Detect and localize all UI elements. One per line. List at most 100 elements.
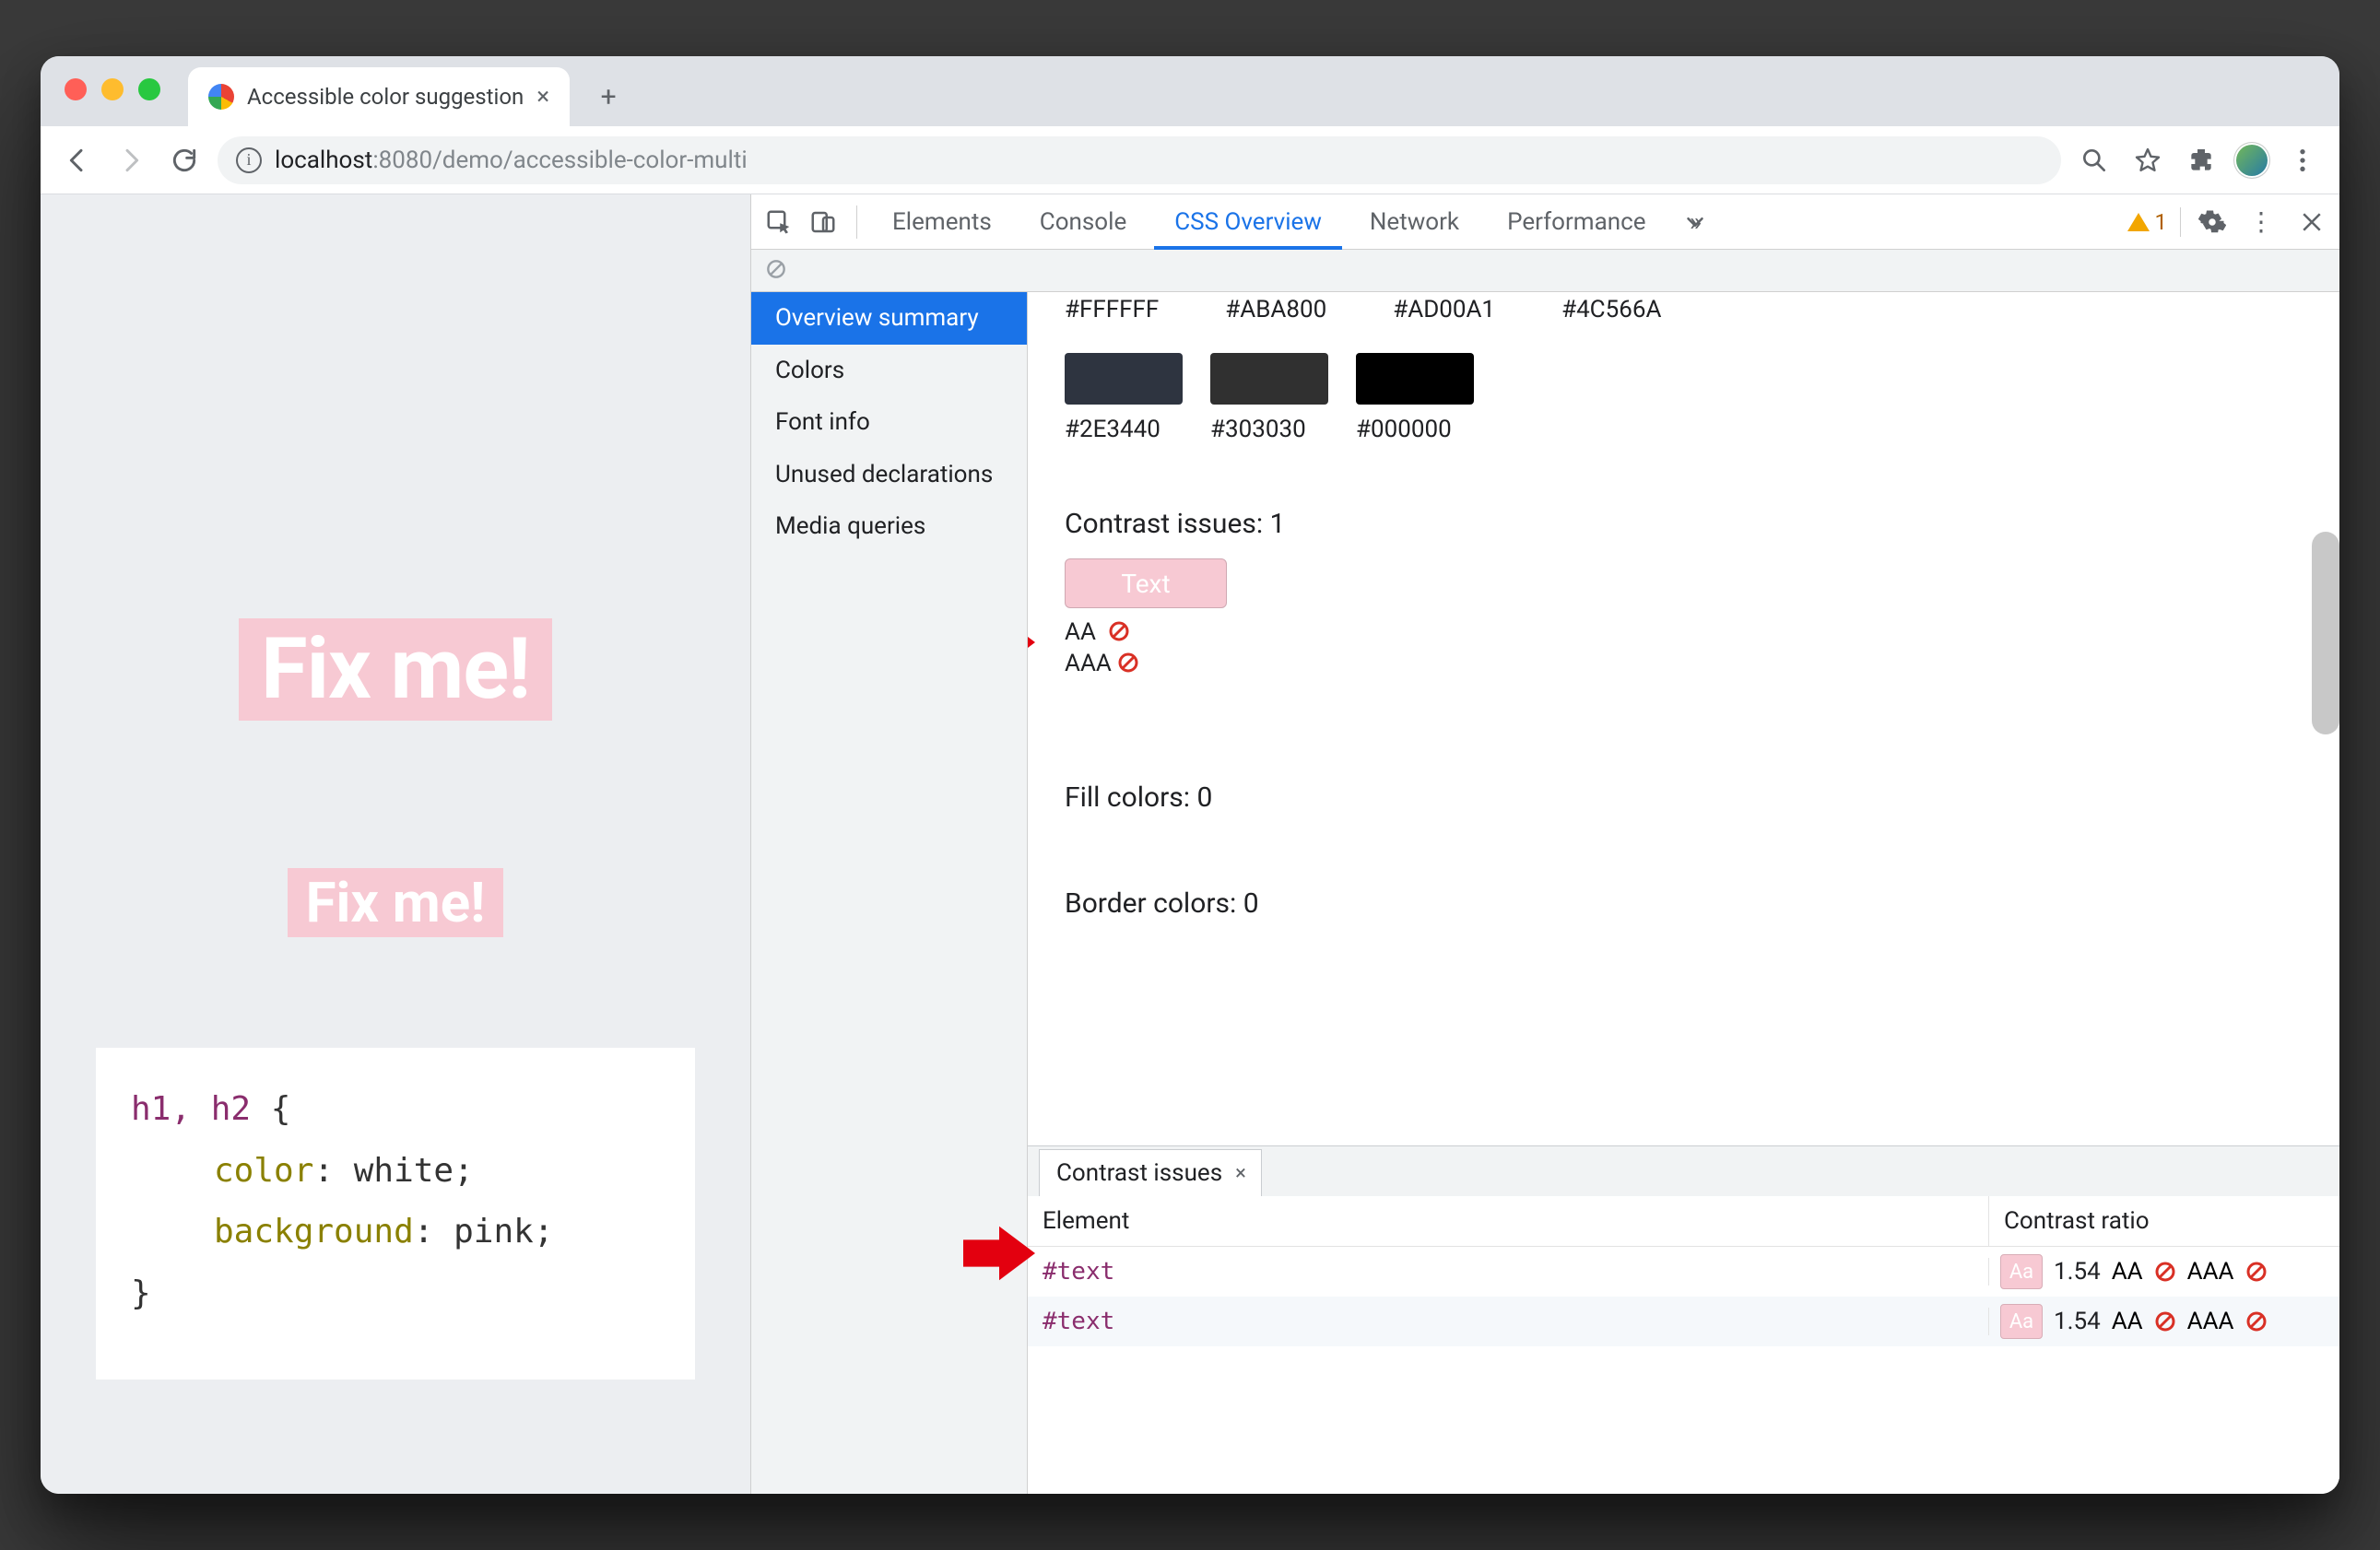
devtools-settings-icon[interactable] [2194,204,2231,241]
col-ratio-header: Contrast ratio [1989,1196,2339,1246]
aaa-label: AAA [1065,650,1112,677]
tab-css-overview[interactable]: CSS Overview [1154,194,1342,250]
fullscreen-window-button[interactable] [138,78,160,100]
profile-avatar[interactable] [2234,143,2269,178]
tab-elements[interactable]: Elements [872,194,1012,250]
contrast-issue-row[interactable]: #textAa1.54AAAAA [1028,1297,2339,1346]
new-tab-button[interactable]: + [588,76,629,117]
sidebar-item-colors[interactable]: Colors [751,345,1027,397]
bookmark-star-icon[interactable] [2127,140,2168,181]
tab-strip: Accessible color suggestion × + [41,56,2339,126]
chrome-menu-button[interactable] [2282,140,2323,181]
col-element-header: Element [1028,1196,1989,1246]
hex-label: #4C566A [1561,296,1661,323]
fail-icon [1108,620,1130,652]
url-port: :8080 [372,147,432,174]
ratio-value: 1.54 [2054,1308,2101,1335]
drawer-tab-contrast-issues[interactable]: Contrast issues × [1039,1149,1262,1196]
devtools-menu-icon[interactable]: ⋮ [2244,204,2280,241]
content-area: Fix me! Fix me! h1, h2 { color: white; b… [41,194,2339,1494]
aaa-label: AAA [2187,1308,2234,1335]
demo-h1: Fix me! [239,618,552,721]
element-cell: #text [1028,1308,1989,1335]
contrast-aa-row: AA AAA [1065,617,2303,680]
more-tabs-icon[interactable]: » [1677,204,1714,241]
fail-icon [2245,1310,2268,1339]
reload-button[interactable] [164,140,205,181]
sidebar-item-media-queries[interactable]: Media queries [751,500,1027,553]
address-bar[interactable]: i localhost:8080/demo/accessible-color-m… [218,136,2061,184]
warning-count: 1 [2155,209,2168,235]
code-block: h1, h2 { color: white; background: pink;… [96,1048,695,1380]
sidebar-item-overview-summary[interactable]: Overview summary [751,292,1027,345]
contrast-issues-heading: Contrast issues: 1 [1065,508,2303,540]
fail-icon [2154,1310,2176,1339]
inspect-element-icon[interactable] [760,204,797,241]
zoom-icon[interactable] [2074,140,2115,181]
minimize-window-button[interactable] [101,78,124,100]
color-swatch[interactable] [1065,353,1183,405]
browser-window: Accessible color suggestion × + i localh… [41,56,2339,1494]
scrollbar-thumb[interactable] [2312,532,2339,734]
warning-icon [2127,213,2150,231]
annotation-arrow-icon [963,1226,1035,1281]
code-prop-color: color [214,1152,313,1190]
forward-button[interactable] [111,140,151,181]
sidebar-item-font-info[interactable]: Font info [751,396,1027,449]
hex-label: #FFFFFF [1065,296,1159,323]
devtools-close-icon[interactable] [2293,204,2330,241]
swatch-hex: #303030 [1210,416,1328,443]
element-cell: #text [1028,1258,1989,1286]
back-button[interactable] [57,140,98,181]
contrast-text-swatch[interactable]: Text [1065,558,1227,608]
issues-warning-chip[interactable]: 1 [2127,209,2168,235]
close-tab-button[interactable]: × [536,83,549,111]
devtools-subbar [751,250,2339,292]
tab-console[interactable]: Console [1019,194,1147,250]
devtools-tabstrip: Elements Console CSS Overview Network Pe… [751,194,2339,250]
swatch-hex: #2E3440 [1065,416,1183,443]
swatch-hex: #000000 [1356,416,1474,443]
site-info-icon[interactable]: i [236,147,262,173]
code-val-background: pink [454,1213,534,1251]
border-colors-heading: Border colors: 0 [1065,887,2303,920]
fill-colors-heading: Fill colors: 0 [1065,781,2303,814]
overview-main: #FFFFFF #ABA800 #AD00A1 #4C566A .hexrow.… [1028,292,2339,1494]
code-prop-background: background [214,1213,414,1251]
aa-label: AA [2112,1308,2143,1335]
favicon-icon [208,84,234,110]
tab-title: Accessible color suggestion [247,84,524,110]
aa-label: AA [1065,618,1096,646]
url-text: localhost:8080/demo/accessible-color-mul… [275,147,748,174]
window-controls [65,78,160,100]
url-path: /demo/accessible-color-multi [432,147,748,174]
color-swatch[interactable] [1356,353,1474,405]
aaa-label: AAA [2187,1258,2234,1286]
hex-row-top: #FFFFFF #ABA800 #AD00A1 #4C566A [1065,298,2303,325]
tab-performance[interactable]: Performance [1487,194,1666,250]
ratio-value: 1.54 [2054,1258,2101,1286]
ratio-cell: Aa1.54AAAAA [1989,1304,2339,1339]
clear-icon[interactable] [764,257,788,285]
aa-swatch: Aa [2000,1304,2043,1339]
aa-label: AA [2112,1258,2143,1286]
demo-h2: Fix me! [288,868,504,937]
sidebar-item-unused-declarations[interactable]: Unused declarations [751,449,1027,501]
browser-tab[interactable]: Accessible color suggestion × [188,67,570,126]
close-drawer-tab-icon[interactable]: × [1235,1162,1246,1185]
url-host: localhost [275,147,372,174]
drawer-tab-label: Contrast issues [1056,1159,1222,1187]
contrast-issue-row[interactable]: #textAa1.54AAAAA [1028,1247,2339,1297]
extensions-icon[interactable] [2181,140,2221,181]
swatch-row: #2E3440 #303030 #000000 [1065,353,2303,443]
code-selector: h1, h2 [131,1090,251,1128]
fail-icon [2154,1261,2176,1289]
overview-sidebar: Overview summary Colors Font info Unused… [751,292,1028,1494]
tab-network[interactable]: Network [1349,194,1479,250]
code-val-color: white [354,1152,454,1190]
rendered-page: Fix me! Fix me! h1, h2 { color: white; b… [41,194,750,1494]
color-swatch[interactable] [1210,353,1328,405]
ratio-cell: Aa1.54AAAAA [1989,1254,2339,1289]
close-window-button[interactable] [65,78,87,100]
device-toggle-icon[interactable] [805,204,842,241]
